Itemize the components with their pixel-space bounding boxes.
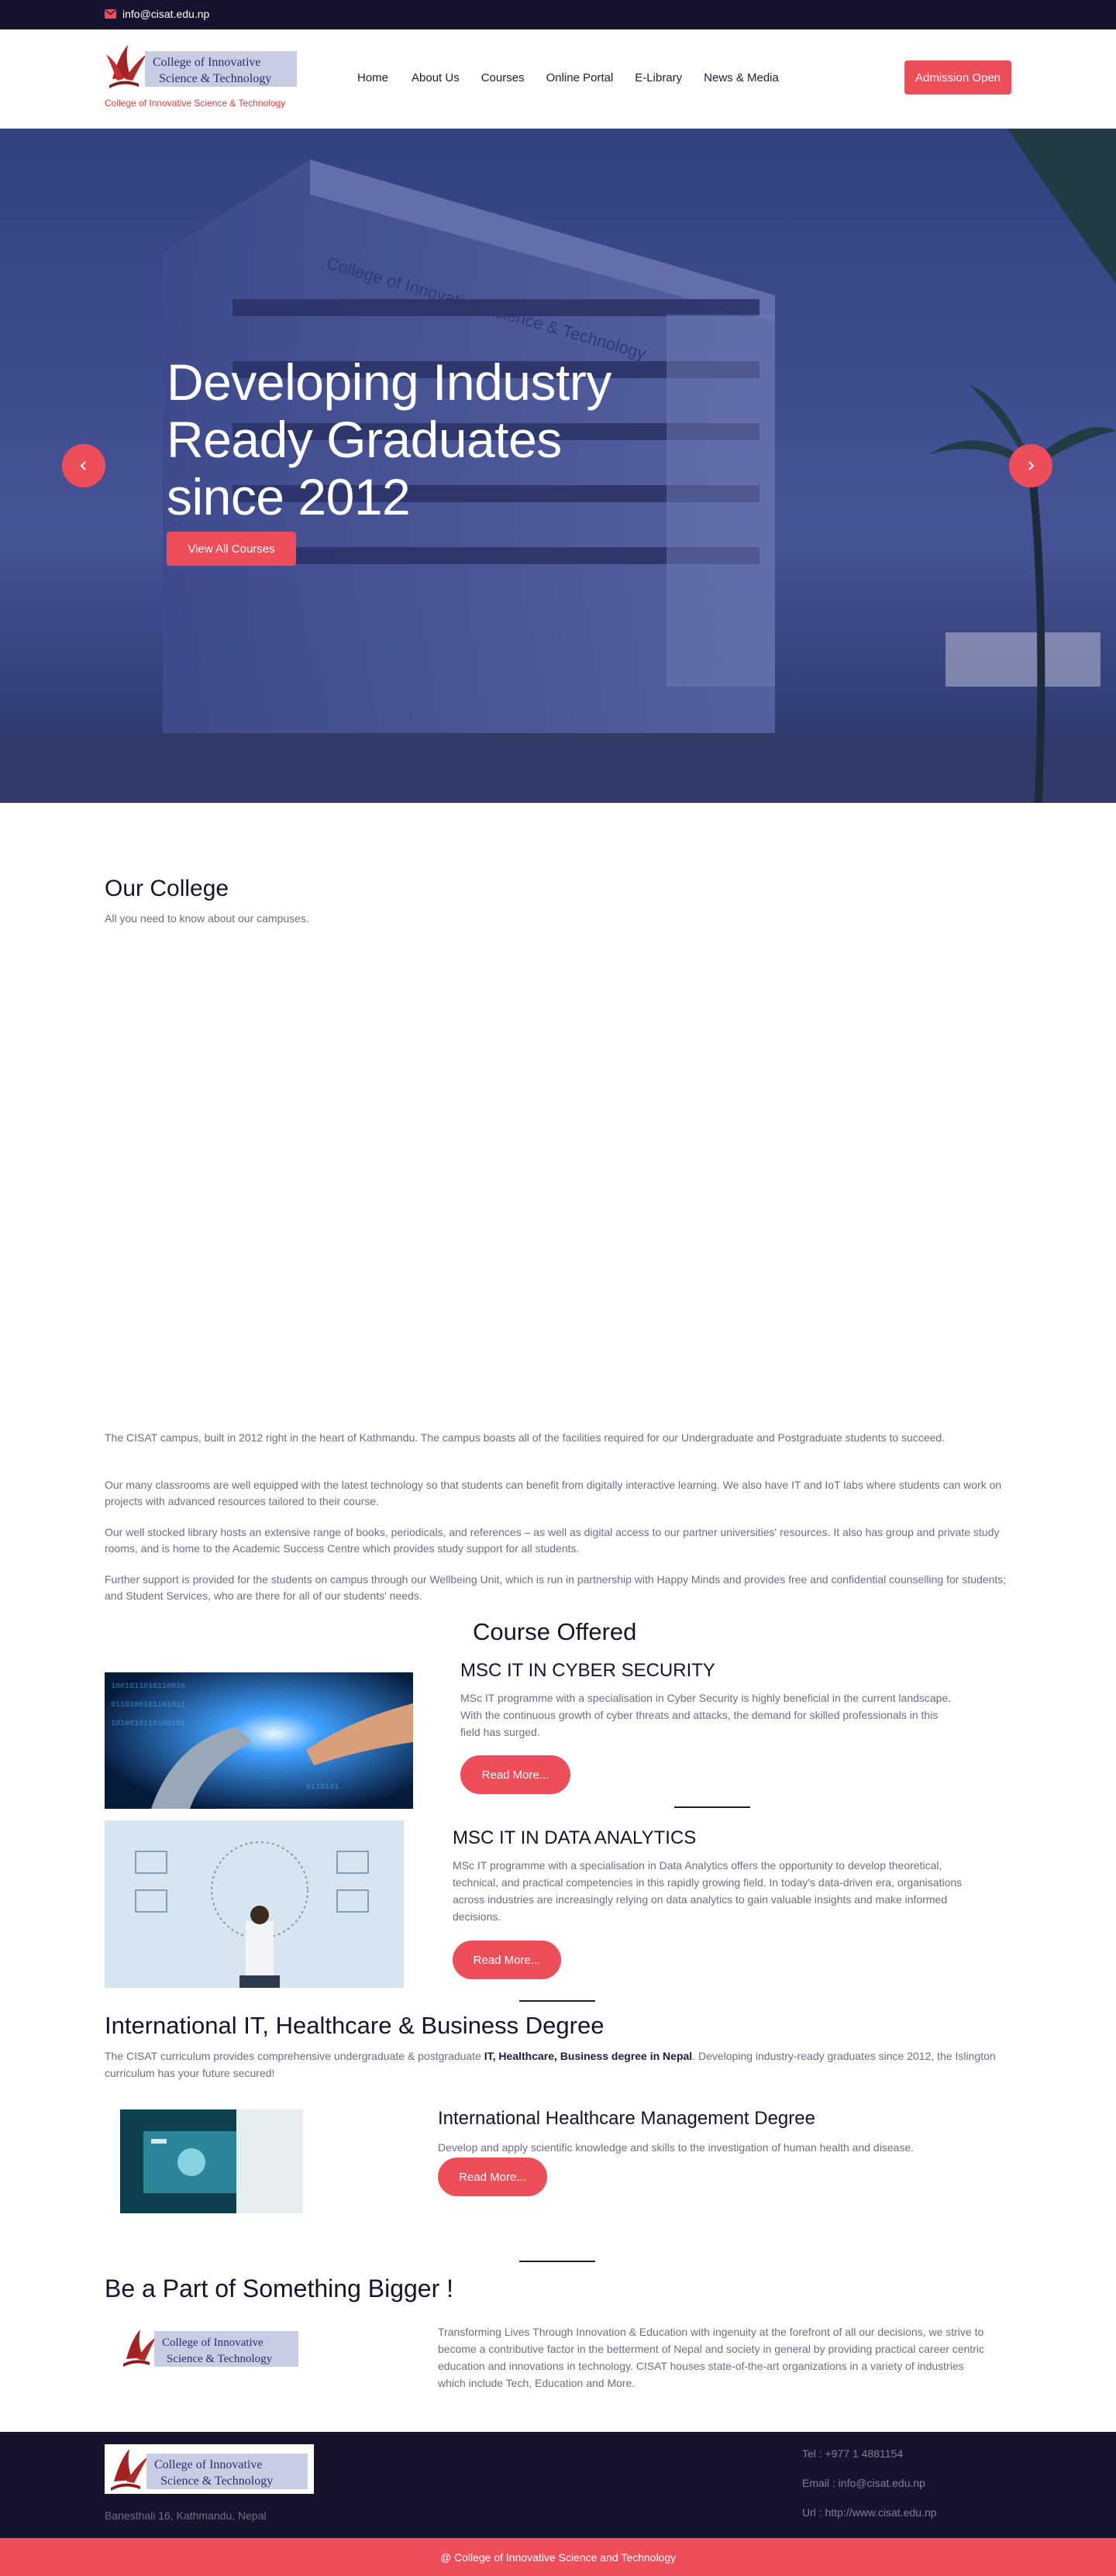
nav-about-us[interactable]: About Us xyxy=(412,71,460,84)
mail-icon xyxy=(105,9,116,19)
international-description: The CISAT curriculum provides comprehens… xyxy=(105,2050,996,2079)
college-paragraph: Our well stocked library hosts an extens… xyxy=(105,1526,1000,1555)
footer-url[interactable]: Url : http://www.cisat.edu.np xyxy=(802,2506,937,2519)
svg-text:1001011010110010: 1001011010110010 xyxy=(111,1682,185,1691)
svg-text:Science & Technology: Science & Technology xyxy=(159,72,271,85)
college-paragraph: The CISAT campus, built in 2012 right in… xyxy=(105,1431,946,1444)
email-text: info@cisat.edu.np xyxy=(122,8,210,20)
bigger-title: Be a Part of Something Bigger ! xyxy=(105,2275,454,2302)
nav-courses[interactable]: Courses xyxy=(481,71,525,84)
read-more-button[interactable]: Read More... xyxy=(438,2158,547,2196)
footer-logo[interactable]: College of Innovative Science & Technolo… xyxy=(105,2444,314,2494)
course-description: Develop and apply scientific knowledge a… xyxy=(438,2141,914,2154)
site-header: College of Innovative Science & Technolo… xyxy=(0,29,1116,129)
main-nav: Home About Us Courses Online Portal E-Li… xyxy=(357,71,801,84)
courses-offered-title: Course Offered xyxy=(473,1618,637,1645)
admission-open-button[interactable]: Admission Open xyxy=(904,60,1011,95)
healthcare-image xyxy=(120,2109,303,2213)
svg-text:Science & Technology: Science & Technology xyxy=(167,2353,273,2365)
svg-text:1010010110100101: 1010010110100101 xyxy=(111,1720,185,1728)
topbar-email[interactable]: info@cisat.edu.np xyxy=(105,8,209,20)
divider xyxy=(519,2261,595,2262)
logo-tagline: College of Innovative Science & Technolo… xyxy=(105,98,286,108)
read-more-button[interactable]: Read More... xyxy=(453,1941,561,1979)
nav-home[interactable]: Home xyxy=(357,71,388,84)
hero-slider: College of Innovative Science & Technolo… xyxy=(0,129,1116,803)
course-description: MSc IT programme with a specialisation i… xyxy=(453,1859,963,1923)
our-college-subtitle: All you need to know about our campuses. xyxy=(105,912,309,925)
hero-title: Developing Industry Ready Graduates sinc… xyxy=(167,353,611,525)
divider xyxy=(674,1806,750,1808)
footer-tel[interactable]: Tel : +977 1 4881154 xyxy=(802,2447,903,2460)
footer-email[interactable]: Email : info@cisat.edu.np xyxy=(802,2477,925,2489)
copyright-bar: @ College of Innovative Science and Tech… xyxy=(0,2538,1116,2576)
svg-text:College of Innovative: College of Innovative xyxy=(153,56,261,69)
course-description: MSc IT programme with a specialisation i… xyxy=(460,1692,952,1738)
course-title: MSC IT IN CYBER SECURITY xyxy=(460,1660,715,1681)
bigger-logo: College of Innovative Science & Technolo… xyxy=(123,2330,298,2367)
bigger-description: Transforming Lives Through Innovation & … xyxy=(438,2326,985,2389)
read-more-button[interactable]: Read More... xyxy=(460,1755,570,1794)
course-title: International Healthcare Management Degr… xyxy=(438,2108,815,2129)
site-footer: College of Innovative Science & Technolo… xyxy=(0,2432,1116,2538)
svg-text:0110101: 0110101 xyxy=(306,1783,339,1792)
cyber-security-image: 1001011010110010 0110100101101011 101001… xyxy=(105,1672,413,1809)
college-paragraph: Further support is provided for the stud… xyxy=(105,1573,1007,1602)
svg-text:College of Innovative: College of Innovative xyxy=(162,2337,264,2349)
college-paragraph: Our many classrooms are well equipped wi… xyxy=(105,1479,1002,1507)
international-title: International IT, Healthcare & Business … xyxy=(105,2012,604,2039)
our-college-title: Our College xyxy=(105,876,229,901)
footer-address: Banesthali 16, Kathmandu, Nepal xyxy=(105,2509,267,2522)
nav-online-portal[interactable]: Online Portal xyxy=(546,71,614,84)
view-all-courses-button[interactable]: View All Courses xyxy=(167,532,296,566)
top-bar: info@cisat.edu.np xyxy=(0,0,1116,29)
nav-e-library[interactable]: E-Library xyxy=(635,71,682,84)
course-title: MSC IT IN DATA ANALYTICS xyxy=(453,1827,697,1848)
data-analytics-image xyxy=(105,1820,404,1988)
svg-text:0110100101101011: 0110100101101011 xyxy=(111,1701,185,1710)
svg-text:College of Innovative: College of Innovative xyxy=(154,2458,263,2471)
chevron-left-icon xyxy=(80,461,86,470)
chevron-right-icon xyxy=(1028,461,1035,470)
svg-text:Science & Technology: Science & Technology xyxy=(160,2474,273,2488)
site-logo[interactable]: College of Innovative Science & Technolo… xyxy=(105,40,302,90)
nav-news-media[interactable]: News & Media xyxy=(704,71,779,84)
slider-prev-button[interactable] xyxy=(62,444,105,487)
slider-next-button[interactable] xyxy=(1009,444,1052,487)
divider xyxy=(519,2000,595,2002)
